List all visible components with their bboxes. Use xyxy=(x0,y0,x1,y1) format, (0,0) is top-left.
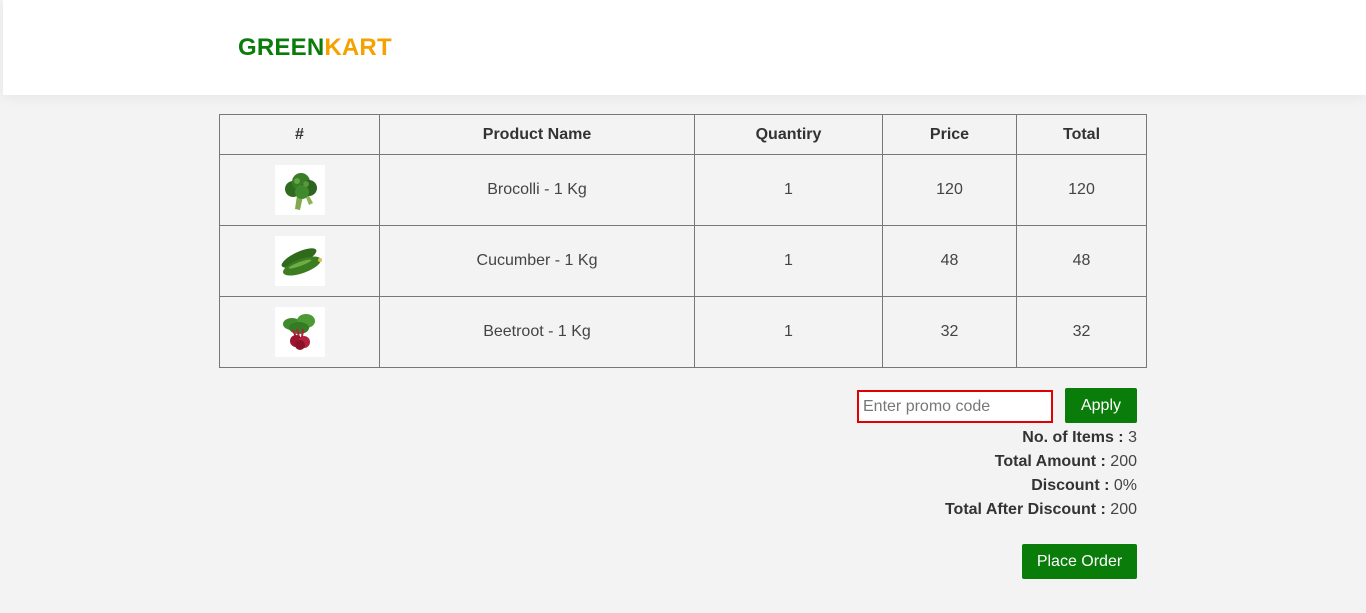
items-count-line: No. of Items : 3 xyxy=(945,426,1137,450)
apply-promo-button[interactable]: Apply xyxy=(1065,388,1137,423)
product-image-cell xyxy=(219,296,380,368)
header-price: Price xyxy=(882,114,1017,155)
product-name: Cucumber - 1 Kg xyxy=(379,225,695,297)
table-row: Brocolli - 1 Kg 1 120 120 xyxy=(219,154,1147,226)
brand-green-text: GREEN xyxy=(238,34,325,61)
header-index: # xyxy=(219,114,380,155)
discount-value: 0% xyxy=(1113,477,1137,494)
brand-kart-text: KART xyxy=(324,34,392,61)
total-after-discount-value: 200 xyxy=(1110,501,1137,518)
total-after-discount-label: Total After Discount : xyxy=(944,501,1106,518)
product-name: Beetroot - 1 Kg xyxy=(379,296,695,368)
total-amount-label: Total Amount : xyxy=(994,453,1106,470)
product-total: 32 xyxy=(1016,296,1147,368)
broccoli-icon xyxy=(274,165,325,215)
product-quantity: 1 xyxy=(694,154,883,226)
cart-table: # Product Name Quantiry Price Total Broc… xyxy=(219,114,1147,368)
product-price: 48 xyxy=(882,225,1017,297)
cucumber-icon xyxy=(274,236,325,286)
total-amount-value: 200 xyxy=(1110,453,1137,470)
table-header-row: # Product Name Quantiry Price Total xyxy=(219,114,1147,155)
product-name: Brocolli - 1 Kg xyxy=(379,154,695,226)
product-quantity: 1 xyxy=(694,225,883,297)
product-price: 32 xyxy=(882,296,1017,368)
items-count-value: 3 xyxy=(1128,429,1137,446)
order-summary: No. of Items : 3 Total Amount : 200 Disc… xyxy=(945,426,1137,522)
discount-label: Discount : xyxy=(1031,477,1110,494)
product-total: 120 xyxy=(1016,154,1147,226)
product-image-cell xyxy=(219,225,380,297)
total-after-discount-line: Total After Discount : 200 xyxy=(945,498,1137,522)
header-product-name: Product Name xyxy=(379,114,695,155)
table-row: Beetroot - 1 Kg 1 32 32 xyxy=(219,296,1147,368)
product-total: 48 xyxy=(1016,225,1147,297)
total-amount-line: Total Amount : 200 xyxy=(945,450,1137,474)
brand-logo[interactable]: GREENKART xyxy=(238,34,392,62)
header-quantity: Quantiry xyxy=(694,114,883,155)
promo-code-input[interactable] xyxy=(857,390,1053,423)
site-header: GREENKART xyxy=(3,0,1366,95)
header-total: Total xyxy=(1016,114,1147,155)
product-quantity: 1 xyxy=(694,296,883,368)
product-image-cell xyxy=(219,154,380,226)
place-order-button[interactable]: Place Order xyxy=(1022,544,1137,579)
product-price: 120 xyxy=(882,154,1017,226)
table-row: Cucumber - 1 Kg 1 48 48 xyxy=(219,225,1147,297)
items-count-label: No. of Items : xyxy=(1022,429,1124,446)
beetroot-icon xyxy=(274,307,325,357)
discount-line: Discount : 0% xyxy=(945,474,1137,498)
